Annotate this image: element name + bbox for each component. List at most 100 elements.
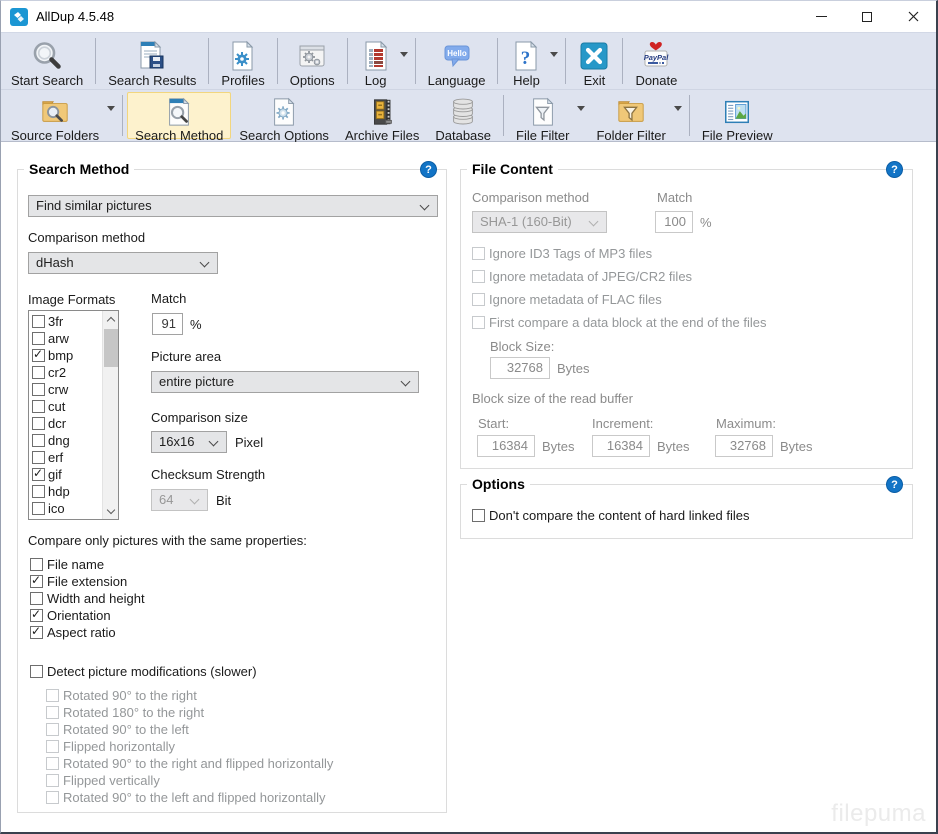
help-dropdown-arrow[interactable] — [550, 33, 561, 89]
format-item-3fr[interactable]: 3fr — [32, 313, 102, 330]
ignore-jpeg-metadata-checkbox[interactable]: Ignore metadata of JPEG/CR2 files — [472, 268, 692, 284]
toolbar-label: File Filter — [516, 128, 569, 143]
property-checkbox-aspect-ratio[interactable]: Aspect ratio — [30, 624, 116, 640]
search-results-button[interactable]: Search Results — [100, 35, 204, 87]
format-item-dng[interactable]: dng — [32, 432, 102, 449]
minimize-button[interactable] — [798, 1, 844, 32]
block-size-input[interactable]: 32768 — [490, 357, 550, 379]
database-button[interactable]: Database — [427, 92, 499, 139]
format-item-erf[interactable]: erf — [32, 449, 102, 466]
format-item-gif[interactable]: gif — [32, 466, 102, 483]
checkbox-icon — [30, 592, 43, 605]
increment-input[interactable]: 16384 — [592, 435, 650, 457]
fc-comparison-method-select[interactable]: SHA-1 (160-Bit) — [472, 211, 607, 233]
checkbox-icon — [32, 349, 45, 362]
maximize-button[interactable] — [844, 1, 890, 32]
file-filter-button[interactable]: File Filter — [508, 92, 577, 139]
maximum-input[interactable]: 32768 — [715, 435, 773, 457]
profiles-button[interactable]: Profiles — [213, 35, 272, 87]
exit-x-icon — [578, 40, 610, 72]
ignore-flac-metadata-checkbox[interactable]: Ignore metadata of FLAC files — [472, 291, 662, 307]
increment-label: Increment: — [592, 416, 653, 432]
checksum-strength-value: 64 — [159, 492, 173, 507]
format-item-bmp[interactable]: bmp — [32, 347, 102, 364]
help-badge-icon[interactable]: ? — [420, 161, 437, 178]
property-checkbox-orientation[interactable]: Orientation — [30, 607, 111, 623]
modification-checkbox-rot90-left-flip[interactable]: Rotated 90° to the left and flipped hori… — [46, 789, 325, 805]
first-compare-block-checkbox[interactable]: First compare a data block at the end of… — [472, 314, 766, 330]
scrollbar-thumb[interactable] — [104, 329, 118, 367]
ignore-id3-checkbox[interactable]: Ignore ID3 Tags of MP3 files — [472, 245, 652, 261]
format-item-arw[interactable]: arw — [32, 330, 102, 347]
scroll-down-icon[interactable] — [103, 503, 119, 519]
detect-modifications-checkbox[interactable]: Detect picture modifications (slower) — [30, 663, 257, 679]
options-button[interactable]: Options — [282, 35, 343, 87]
comparison-size-select[interactable]: 16x16 — [151, 431, 227, 453]
archive-files-button[interactable]: Archive Files — [337, 92, 427, 139]
listbox-scrollbar[interactable] — [102, 311, 118, 519]
checksum-strength-select[interactable]: 64 — [151, 489, 208, 511]
donate-button[interactable]: PayPal Donate — [627, 35, 685, 87]
checkbox-icon — [32, 383, 45, 396]
maximize-icon — [862, 12, 872, 22]
comparison-method-label: Comparison method — [28, 230, 145, 246]
match-unit-label: % — [190, 317, 202, 333]
paypal-heart-icon: PayPal — [640, 40, 672, 72]
search-method-select[interactable]: Find similar pictures — [28, 195, 438, 217]
comparison-method-value: dHash — [36, 255, 74, 270]
toolbar-label: Options — [290, 73, 335, 88]
start-search-button[interactable]: Start Search — [3, 35, 91, 87]
search-method-button[interactable]: Search Method — [127, 92, 231, 139]
checkbox-icon — [46, 740, 59, 753]
checkbox-icon — [472, 509, 485, 522]
watermark-text: filepuma — [831, 800, 926, 828]
file-filter-dropdown-arrow[interactable] — [577, 90, 588, 141]
speech-bubble-icon: Hello — [441, 40, 473, 72]
image-formats-label: Image Formats — [28, 292, 115, 308]
modification-checkbox-rot90-left[interactable]: Rotated 90° to the left — [46, 721, 189, 737]
database-icon — [448, 97, 478, 127]
source-folders-button[interactable]: Source Folders — [3, 92, 107, 139]
property-checkbox-file-extension[interactable]: File extension — [30, 573, 127, 589]
start-input[interactable]: 16384 — [477, 435, 535, 457]
property-checkbox-width-height[interactable]: Width and height — [30, 590, 145, 606]
toolbar-separator — [565, 38, 566, 84]
hard-link-checkbox[interactable]: Don't compare the content of hard linked… — [472, 507, 749, 523]
modification-checkbox-rot180-right[interactable]: Rotated 180° to the right — [46, 704, 204, 720]
modification-checkbox-flip-h[interactable]: Flipped horizontally — [46, 738, 175, 754]
image-formats-listbox[interactable]: 3fr arw bmp cr2 crw cut dcr dng erf gif … — [28, 310, 119, 520]
modification-checkbox-rot90-right[interactable]: Rotated 90° to the right — [46, 687, 197, 703]
language-button[interactable]: Hello Language — [420, 35, 494, 87]
format-item-hdp[interactable]: hdp — [32, 483, 102, 500]
folder-filter-dropdown-arrow[interactable] — [674, 90, 685, 141]
scroll-up-icon[interactable] — [103, 311, 119, 327]
comparison-method-select[interactable]: dHash — [28, 252, 218, 274]
format-item-crw[interactable]: crw — [32, 381, 102, 398]
picture-area-select[interactable]: entire picture — [151, 371, 419, 393]
help-document-icon: ? — [510, 40, 542, 72]
match-input[interactable]: 91 — [152, 313, 183, 335]
checkbox-icon — [46, 706, 59, 719]
property-checkbox-file-name[interactable]: File name — [30, 556, 104, 572]
search-options-button[interactable]: Search Options — [231, 92, 337, 139]
format-item-cut[interactable]: cut — [32, 398, 102, 415]
modification-checkbox-flip-v[interactable]: Flipped vertically — [46, 772, 160, 788]
close-button[interactable] — [890, 1, 936, 32]
help-badge-icon[interactable]: ? — [886, 161, 903, 178]
help-button[interactable]: ? Help — [502, 35, 550, 87]
log-button[interactable]: Log — [352, 35, 400, 87]
toolbar-separator — [122, 95, 123, 136]
help-badge-icon[interactable]: ? — [886, 476, 903, 493]
comparison-size-label: Comparison size — [151, 410, 248, 426]
log-dropdown-arrow[interactable] — [400, 33, 411, 89]
format-item-ico[interactable]: ico — [32, 500, 102, 517]
modification-checkbox-rot90-right-flip[interactable]: Rotated 90° to the right and flipped hor… — [46, 755, 333, 771]
folder-filter-button[interactable]: Folder Filter — [588, 92, 673, 139]
file-preview-button[interactable]: File Preview — [694, 92, 781, 139]
exit-button[interactable]: Exit — [570, 35, 618, 87]
format-item-dcr[interactable]: dcr — [32, 415, 102, 432]
checkbox-icon — [46, 774, 59, 787]
source-folders-dropdown-arrow[interactable] — [107, 90, 118, 141]
format-item-cr2[interactable]: cr2 — [32, 364, 102, 381]
fc-match-input[interactable]: 100 — [655, 211, 693, 233]
